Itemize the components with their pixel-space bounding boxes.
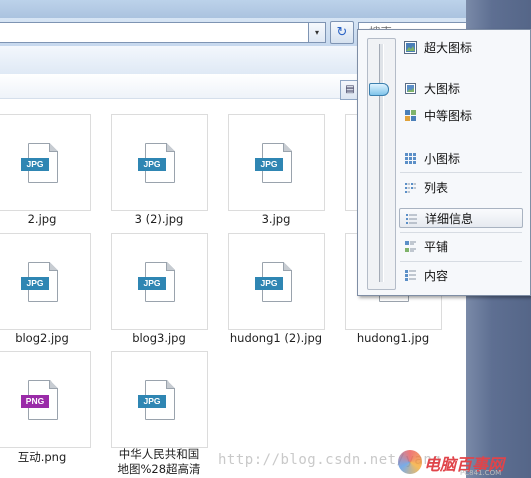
menu-item-label: 内容 [424,269,449,283]
file-tile[interactable]: PNG [0,351,91,448]
extra-large-icons-icon [404,41,417,54]
tiles-icon [405,241,416,252]
image-file-icon: JPG [21,143,58,183]
file-tile[interactable]: JPG [0,114,91,211]
large-icons-icon [405,83,416,94]
menu-item-list[interactable]: 列表 [399,178,523,198]
file-type-badge: JPG [138,277,166,290]
image-file-icon: JPG [255,143,292,183]
file-name: hudong1 (2).jpg [229,331,323,345]
list-icon [405,183,416,193]
slider-rail [379,44,384,282]
file-name: 2.jpg [27,212,57,226]
menu-item-large-icons[interactable]: 大图标 [399,79,523,99]
image-file-icon: PNG [21,380,58,420]
menu-item-small-icons[interactable]: 小图标 [399,149,523,169]
file-name: blog2.jpg [15,331,69,345]
file-name: 3 (2).jpg [134,212,184,226]
file-tile[interactable]: JPG [0,233,91,330]
file-tile[interactable]: JPG [111,351,208,448]
menu-item-medium-icons[interactable]: 中等图标 [399,106,523,126]
menu-separator [400,172,522,173]
menu-separator [400,232,522,233]
content-icon [405,270,416,281]
file-type-badge: PNG [21,395,49,408]
file-type-badge: JPG [255,277,283,290]
file-tile[interactable]: JPG [111,114,208,211]
file-type-badge: JPG [138,158,166,171]
image-file-icon: JPG [138,143,175,183]
file-name: 互动.png [17,450,67,464]
site-logo-icon [398,450,422,474]
menu-item-label: 平铺 [424,240,449,254]
file-tile[interactable]: JPG [228,233,325,330]
address-bar[interactable] [0,22,309,43]
menu-item-content[interactable]: 内容 [399,266,523,286]
file-name: hudong1.jpg [356,331,430,345]
file-name: 3.jpg [261,212,291,226]
file-tile[interactable]: JPG [228,114,325,211]
site-logo-subtext: PC841.COM [460,469,502,477]
menu-item-label: 超大图标 [424,41,473,55]
menu-item-label: 详细信息 [425,212,474,226]
file-type-badge: JPG [138,395,166,408]
small-icons-icon [405,153,416,164]
image-file-icon: JPG [255,262,292,302]
menu-item-extra-large-icons[interactable]: 超大图标 [399,38,523,58]
file-type-badge: JPG [21,277,49,290]
details-icon [406,214,417,224]
menu-item-label: 大图标 [424,82,461,96]
file-name-line2: 地图%28超高清 [117,462,201,476]
medium-icons-icon [405,110,416,121]
file-type-badge: JPG [255,158,283,171]
menu-separator [400,261,522,262]
image-file-icon: JPG [138,262,175,302]
menu-item-label: 小图标 [424,152,461,166]
menu-item-label: 中等图标 [424,109,473,123]
refresh-button[interactable]: ↻ [330,21,354,44]
slider-thumb[interactable] [369,83,389,96]
image-file-icon: JPG [138,380,175,420]
file-tile[interactable]: JPG [111,233,208,330]
address-dropdown-button[interactable]: ▾ [309,22,326,43]
file-name: 中华人民共和国 [118,447,200,461]
image-file-icon: JPG [21,262,58,302]
window-titlebar [0,0,470,20]
menu-item-details[interactable]: 详细信息 [399,208,523,228]
menu-item-tiles[interactable]: 平铺 [399,237,523,257]
file-type-badge: JPG [21,158,49,171]
menu-item-label: 列表 [424,181,449,195]
file-name: blog3.jpg [132,331,186,345]
